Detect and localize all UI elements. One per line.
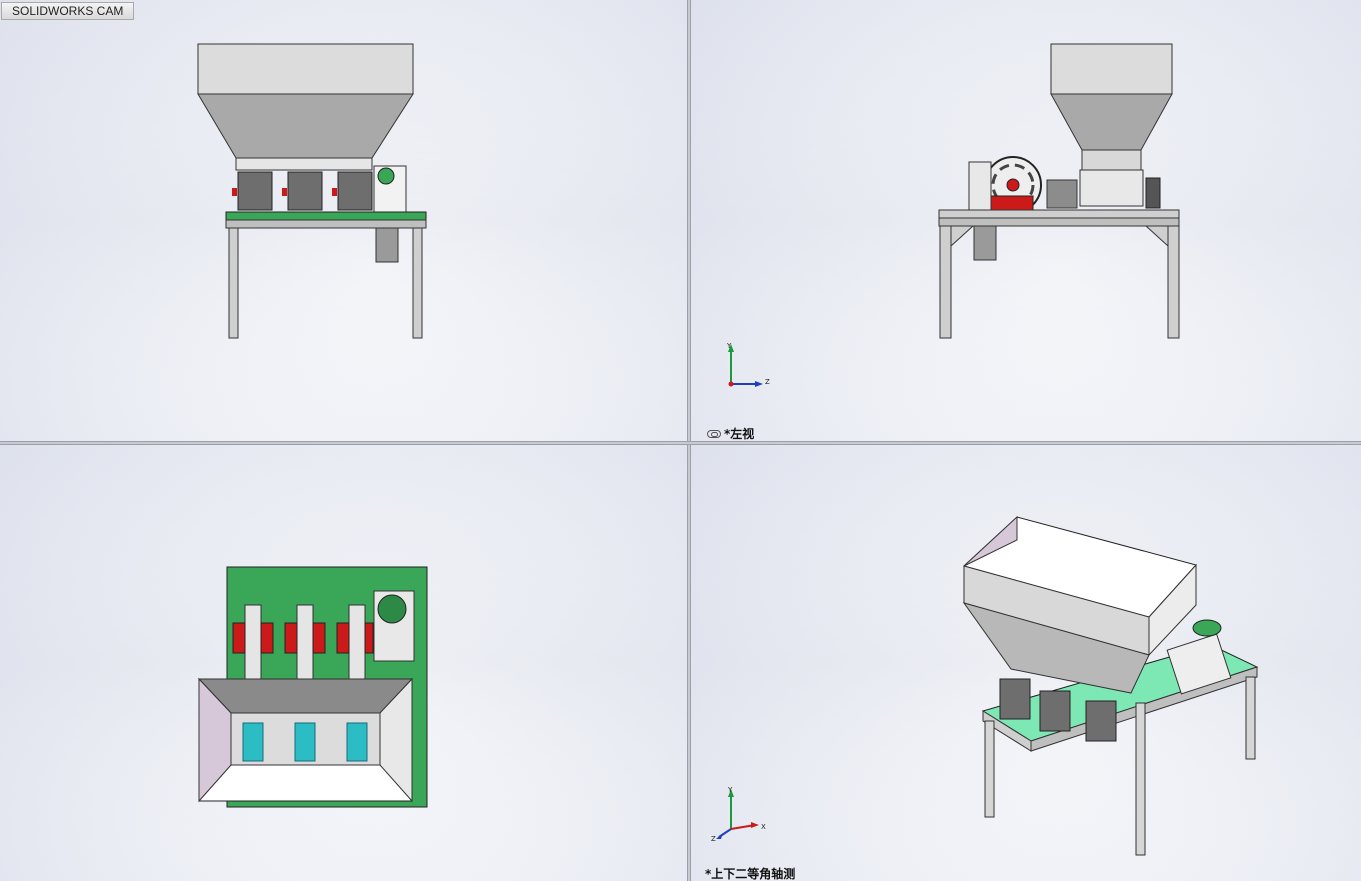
viewport-top[interactable]: ▼ ▼ ▼ ▼ ▼ xyxy=(0,445,687,881)
view-name-text: *左视 xyxy=(724,427,755,441)
view-name-label: *上下二等角轴测 xyxy=(705,865,795,881)
viewport-isometric[interactable]: Y X Z *上下二等角轴测 xyxy=(691,445,1361,881)
triad-x-label: X xyxy=(761,823,766,831)
axis-triad-icon: Y Z xyxy=(726,342,770,387)
triad-z-label: Z xyxy=(765,378,770,386)
horizontal-splitter[interactable] xyxy=(0,441,1361,445)
top-view-model xyxy=(197,566,428,808)
view-name-text: *上下二等角轴测 xyxy=(705,867,796,881)
viewport-front[interactable]: SOLIDWORKS CAM xyxy=(0,0,687,441)
triad-y-label: Y xyxy=(727,786,733,794)
view-name-label: *左视 xyxy=(707,425,754,441)
left-view-model xyxy=(938,43,1180,339)
solidworks-cam-tab[interactable]: SOLIDWORKS CAM xyxy=(1,2,135,20)
triad-z-label: Z xyxy=(711,835,716,843)
front-view-model xyxy=(197,43,427,339)
viewport-left[interactable]: Y Z *左视 xyxy=(691,0,1361,441)
axis-triad-icon: Y X Z xyxy=(711,786,766,843)
triad-y-label: Y xyxy=(726,342,732,350)
isometric-view-model xyxy=(962,515,1259,856)
link-view-icon[interactable] xyxy=(707,429,721,438)
